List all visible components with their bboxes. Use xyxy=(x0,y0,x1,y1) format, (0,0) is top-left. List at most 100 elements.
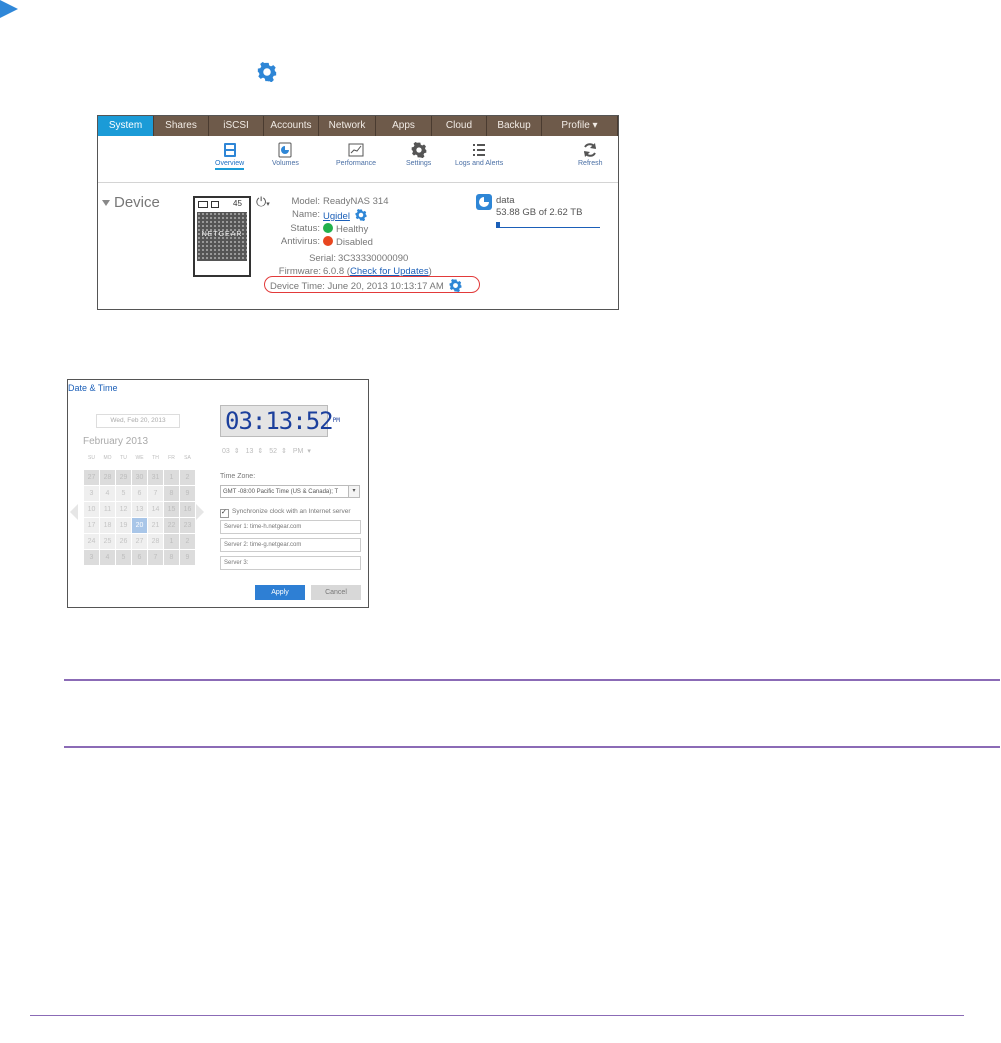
hour-spinner[interactable]: 03 xyxy=(222,448,230,455)
calendar-day[interactable]: 3 xyxy=(84,486,99,501)
volume-icon xyxy=(476,194,492,210)
gear-icon[interactable] xyxy=(449,279,462,293)
device-section-title[interactable]: Device xyxy=(102,194,160,211)
toolbar-overview[interactable]: Overview xyxy=(215,142,245,170)
device-title-text: Device xyxy=(114,194,160,211)
calendar-day[interactable]: 2 xyxy=(180,470,195,485)
calendar-day[interactable]: 7 xyxy=(148,550,163,565)
server2-input[interactable]: Server 2: time-g.netgear.com xyxy=(220,538,361,552)
calendar-day[interactable]: 29 xyxy=(116,470,131,485)
calendar-day[interactable]: 6 xyxy=(132,486,147,501)
calendar-day[interactable]: 4 xyxy=(100,486,115,501)
minute-spinner[interactable]: 13 xyxy=(246,448,254,455)
time-spinners: 03 ⇕ 13 ⇕ 52 ⇕ PM ▾ xyxy=(222,448,311,455)
calendar-day[interactable]: 14 xyxy=(148,502,163,517)
calendar-prev-icon[interactable] xyxy=(70,504,78,520)
calendar-next-icon[interactable] xyxy=(196,504,204,520)
server3-input[interactable]: Server 3: xyxy=(220,556,361,570)
calendar-day[interactable]: 5 xyxy=(116,550,131,565)
drive-light-icon xyxy=(211,201,219,208)
calendar-day[interactable]: 25 xyxy=(100,534,115,549)
sync-checkbox[interactable]: ✓ xyxy=(220,509,229,518)
calendar-day[interactable]: 12 xyxy=(116,502,131,517)
calendar-day[interactable]: 5 xyxy=(116,486,131,501)
calendar-day[interactable]: 24 xyxy=(84,534,99,549)
tab-0[interactable]: System xyxy=(98,116,154,136)
tab-4[interactable]: Network xyxy=(319,116,376,136)
calendar-day[interactable]: 1 xyxy=(164,470,179,485)
power-menu[interactable]: ⏻▾ xyxy=(256,194,270,210)
toolbar-refresh[interactable]: Refresh xyxy=(578,142,603,167)
apply-button[interactable]: Apply xyxy=(255,585,305,600)
calendar-day[interactable]: 20 xyxy=(132,518,147,533)
volume-usage-bar xyxy=(496,222,600,228)
toolbar-volumes[interactable]: Volumes xyxy=(272,142,299,167)
calendar-weekday: SU xyxy=(88,455,95,461)
calendar-day[interactable]: 1 xyxy=(164,534,179,549)
tab-5[interactable]: Apps xyxy=(376,116,432,136)
serial-label: Serial: xyxy=(309,253,336,264)
antivirus-row: Disabled xyxy=(323,236,373,248)
volume-name[interactable]: data xyxy=(496,195,515,206)
toolbar-settings[interactable]: Settings xyxy=(406,142,431,167)
settings-gear-icon xyxy=(411,142,426,158)
name-label: Name: xyxy=(292,209,320,220)
tab-2[interactable]: iSCSI xyxy=(209,116,264,136)
calendar-day[interactable]: 18 xyxy=(100,518,115,533)
calendar-day[interactable]: 8 xyxy=(164,486,179,501)
calendar-day[interactable]: 7 xyxy=(148,486,163,501)
second-spinner[interactable]: 52 xyxy=(269,448,277,455)
sync-row: ✓ Synchronize clock with an Internet serv… xyxy=(220,508,351,518)
calendar-day[interactable]: 26 xyxy=(116,534,131,549)
tab-8[interactable]: Profile ▾ xyxy=(542,116,618,136)
nas-grille: NETGEAR xyxy=(197,212,247,261)
calendar-day[interactable]: 19 xyxy=(116,518,131,533)
timezone-label: Time Zone: xyxy=(220,473,256,480)
clock-ampm: PM xyxy=(332,417,340,424)
calendar-day[interactable]: 10 xyxy=(84,502,99,517)
toolbar-logs[interactable]: Logs and Alerts xyxy=(455,142,503,167)
calendar-day[interactable]: 4 xyxy=(100,550,115,565)
calendar-day[interactable]: 2 xyxy=(180,534,195,549)
pie-icon xyxy=(479,197,489,207)
tab-1[interactable]: Shares xyxy=(154,116,209,136)
server1-input[interactable]: Server 1: time-h.netgear.com xyxy=(220,520,361,534)
collapse-triangle-icon xyxy=(102,200,110,207)
toolbar-performance[interactable]: Performance xyxy=(336,142,376,167)
calendar-day[interactable]: 9 xyxy=(180,550,195,565)
calendar-day[interactable]: 13 xyxy=(132,502,147,517)
calendar-day[interactable]: 8 xyxy=(164,550,179,565)
calendar-day[interactable]: 9 xyxy=(180,486,195,501)
antivirus-dot-icon xyxy=(323,236,333,246)
calendar-day[interactable]: 6 xyxy=(132,550,147,565)
calendar-day[interactable]: 17 xyxy=(84,518,99,533)
device-name-link[interactable]: Ugidel xyxy=(323,211,350,222)
cancel-button[interactable]: Cancel xyxy=(311,585,361,600)
calendar-day[interactable]: 27 xyxy=(132,534,147,549)
calendar-day[interactable]: 28 xyxy=(148,534,163,549)
calendar-day[interactable]: 21 xyxy=(148,518,163,533)
drive-light-icon xyxy=(198,201,208,208)
calendar-day[interactable]: 30 xyxy=(132,470,147,485)
calendar-weekday: FR xyxy=(168,455,175,461)
calendar-day[interactable]: 3 xyxy=(84,550,99,565)
toolbar-refresh-label: Refresh xyxy=(578,160,603,167)
calendar-day[interactable]: 31 xyxy=(148,470,163,485)
tab-6[interactable]: Cloud xyxy=(432,116,487,136)
tab-3[interactable]: Accounts xyxy=(264,116,319,136)
tab-7[interactable]: Backup xyxy=(487,116,542,136)
calendar-day[interactable]: 15 xyxy=(164,502,179,517)
date-field[interactable]: Wed, Feb 20, 2013 xyxy=(96,414,180,428)
calendar-day[interactable]: 16 xyxy=(180,502,195,517)
calendar-day[interactable]: 11 xyxy=(100,502,115,517)
calendar-day[interactable]: 23 xyxy=(180,518,195,533)
calendar-day[interactable]: 27 xyxy=(84,470,99,485)
chevron-down-icon: ▾ xyxy=(307,448,311,455)
timezone-select[interactable]: GMT -08:00 Pacific Time (US & Canada); T… xyxy=(220,485,360,498)
gear-icon[interactable] xyxy=(355,209,367,222)
ampm-select[interactable]: PM xyxy=(293,448,304,455)
calendar-day[interactable]: 28 xyxy=(100,470,115,485)
note-bottom-rule xyxy=(64,746,1000,748)
calendar-day[interactable]: 22 xyxy=(164,518,179,533)
calendar-weekday: WE xyxy=(135,455,144,461)
